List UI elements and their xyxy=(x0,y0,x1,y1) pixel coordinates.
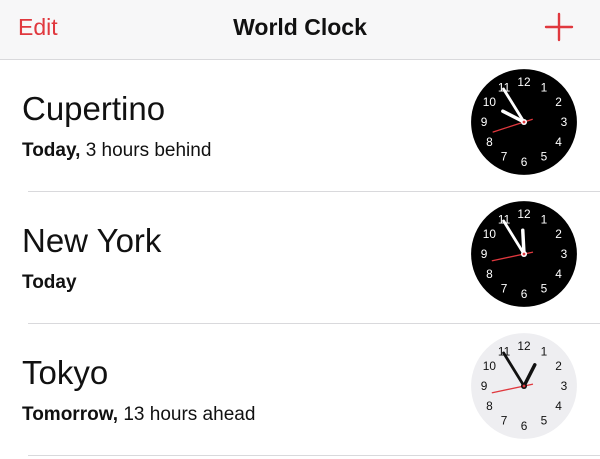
clock-numeral: 10 xyxy=(483,359,497,373)
clock-numeral: 2 xyxy=(555,359,562,373)
clock-face: 1234567891011 12 xyxy=(471,201,577,307)
clock-numeral: 10 xyxy=(483,95,497,109)
clock-numeral: 2 xyxy=(555,227,562,241)
clock-center-dot xyxy=(522,252,526,256)
time-offset: Today, 3 hours behind xyxy=(22,140,211,162)
clock-numeral: 8 xyxy=(486,399,493,413)
clock-numeral: 1 xyxy=(541,345,548,359)
offset-label: 3 hours behind xyxy=(80,140,212,161)
clock-numeral: 8 xyxy=(486,267,493,281)
offset-label: 13 hours ahead xyxy=(118,404,256,425)
clock-row-new-york[interactable]: New York Today 1 2 3 4 5 6 7 8 9 10 11 12 xyxy=(0,192,600,324)
clock-numeral: 3 xyxy=(561,115,568,129)
clock-numeral: 1 xyxy=(541,81,548,95)
clock-center-dot xyxy=(522,384,526,388)
plus-icon[interactable] xyxy=(544,12,574,42)
city-name: New York xyxy=(22,222,162,259)
analog-clock: 1 2 3 4 5 6 7 8 9 10 11 12 xyxy=(470,200,578,308)
clock-row-tokyo[interactable]: Tokyo Tomorrow, 13 hours ahead 12 3 45678 9… xyxy=(0,324,600,456)
clock-numeral: 9 xyxy=(481,379,488,393)
city-name: Cupertino xyxy=(22,90,166,127)
clock-numeral: 5 xyxy=(541,150,548,164)
clock-numeral: 5 xyxy=(541,414,548,428)
clock-numeral: 4 xyxy=(555,135,562,149)
city-name: Tokyo xyxy=(22,354,109,391)
world-clock-list: Cupertino Today, 3 hours behind 12345678… xyxy=(0,60,600,456)
clock-numeral: 7 xyxy=(501,150,508,164)
clock-numeral: 4 xyxy=(555,267,562,281)
clock-numeral: 10 xyxy=(483,227,497,241)
clock-numeral: 6 xyxy=(521,419,528,433)
clock-face: 1234567891011 12 xyxy=(471,333,577,439)
clock-numeral: 9 xyxy=(481,115,488,129)
clock-center-dot xyxy=(522,120,526,124)
clock-numeral: 12 xyxy=(517,339,530,353)
clock-numeral: 3 xyxy=(561,247,568,261)
clock-numeral: 7 xyxy=(501,282,508,296)
clock-numeral: 12 xyxy=(517,75,530,89)
clock-row-cupertino[interactable]: Cupertino Today, 3 hours behind 12 3 45678… xyxy=(0,60,600,192)
navigation-bar: Edit World Clock xyxy=(0,0,600,60)
analog-clock: 1 2 3 4 5 6 7 8 9 10 11 12 xyxy=(470,68,578,176)
day-label: Today, xyxy=(22,140,81,161)
clock-numeral: 5 xyxy=(541,282,548,296)
clock-numeral: 6 xyxy=(521,155,528,169)
clock-numeral: 7 xyxy=(501,414,508,428)
clock-numeral: 6 xyxy=(521,287,528,301)
analog-clock: 1 2 3 4 5 6 7 8 9 10 11 12 xyxy=(470,332,578,440)
time-offset: Today xyxy=(22,272,77,294)
row-divider xyxy=(28,455,600,456)
clock-numeral: 9 xyxy=(481,247,488,261)
clock-numeral: 2 xyxy=(555,95,562,109)
clock-numeral: 8 xyxy=(486,135,493,149)
clock-numeral: 4 xyxy=(555,399,562,413)
page-title: World Clock xyxy=(233,14,367,40)
clock-numeral: 3 xyxy=(561,379,568,393)
clock-numeral: 1 xyxy=(541,213,548,227)
day-label: Today xyxy=(22,272,77,293)
clock-face: 1234567891011 12 xyxy=(471,69,577,175)
time-offset: Tomorrow, 13 hours ahead xyxy=(22,404,255,426)
day-label: Tomorrow, xyxy=(22,404,119,425)
clock-numeral: 12 xyxy=(517,207,530,221)
